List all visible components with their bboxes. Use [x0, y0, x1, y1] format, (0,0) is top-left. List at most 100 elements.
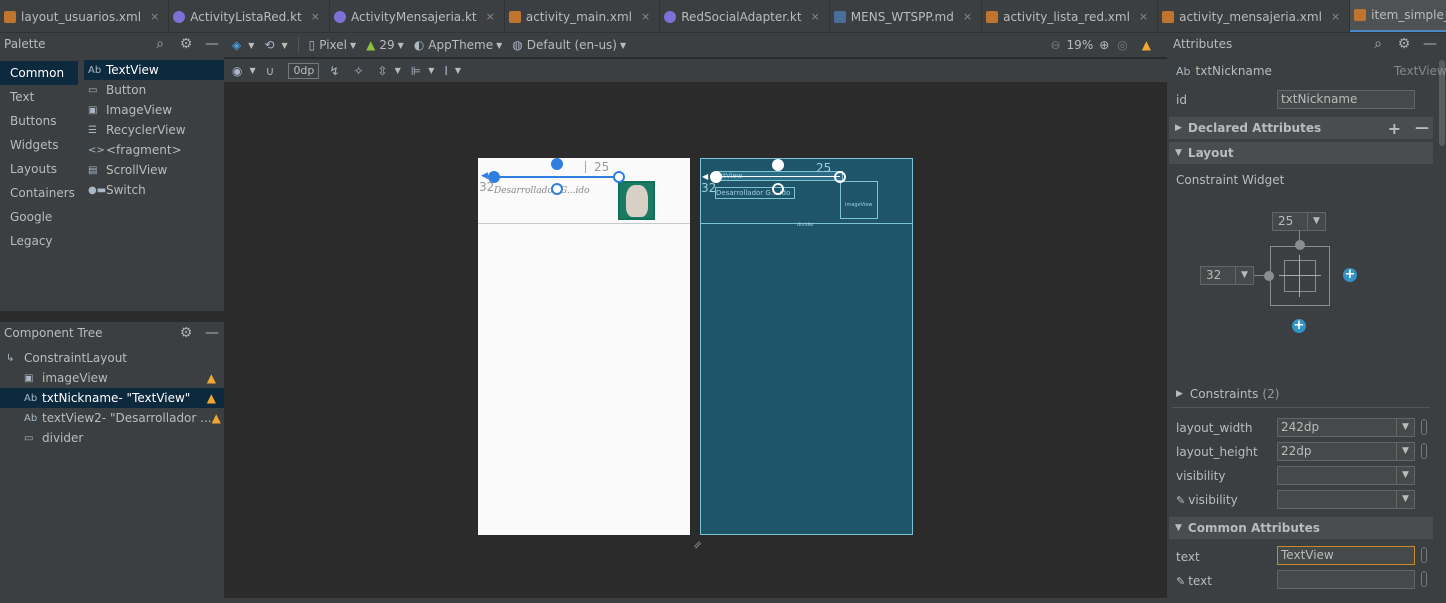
close-icon[interactable]: ×	[1139, 10, 1148, 23]
editor-tab[interactable]: ActivityListaRed.kt ×	[169, 0, 330, 32]
image-view-outline[interactable]: ImageView	[840, 181, 878, 219]
start-constraint-handle[interactable]	[1264, 271, 1274, 281]
resize-corner-icon[interactable]: ═	[690, 537, 705, 552]
top-constraint-handle[interactable]	[1295, 240, 1305, 250]
close-icon[interactable]: ×	[150, 10, 159, 23]
warning-icon[interactable]: ▲	[212, 411, 221, 425]
resize-handle-right[interactable]	[613, 171, 625, 183]
palette-category[interactable]: Containers	[0, 181, 78, 205]
zoom-out-icon[interactable]: ⊖	[1050, 38, 1060, 52]
gear-icon[interactable]: ⚙	[178, 36, 194, 52]
blueprint-preview[interactable]: divider ImageView xtView Desarrollador G…	[700, 158, 913, 535]
palette-category[interactable]: Layouts	[0, 157, 78, 181]
declared-attributes-section[interactable]: ▶ Declared Attributes + —	[1169, 117, 1433, 139]
add-bottom-constraint-icon[interactable]: +	[1292, 319, 1306, 333]
add-end-constraint-icon[interactable]: +	[1343, 268, 1357, 282]
device-dropdown[interactable]: ▯ Pixel ▼	[309, 38, 357, 52]
resize-handle-right[interactable]	[834, 171, 846, 183]
tree-node[interactable]: Ab textView2- "Desarrollador ... ▲	[0, 408, 224, 428]
align-button[interactable]: ⊫ ▼	[411, 64, 435, 78]
orientation-button[interactable]: ⟲ ▼	[264, 38, 287, 52]
search-icon[interactable]: ⌕	[152, 36, 168, 52]
palette-category[interactable]: Legacy	[0, 229, 78, 253]
locale-dropdown[interactable]: ◍ Default (en-us) ▼	[512, 38, 626, 52]
close-icon[interactable]: ×	[963, 10, 972, 23]
divider-view[interactable]	[478, 223, 690, 224]
close-icon[interactable]: ×	[811, 10, 820, 23]
resize-handle-bottom[interactable]	[772, 183, 784, 195]
image-view-preview[interactable]	[618, 181, 655, 220]
common-attributes-section[interactable]: ▼ Common Attributes	[1169, 517, 1433, 539]
layout-width-dropdown[interactable]: 242dp ▼	[1277, 418, 1415, 437]
warning-icon[interactable]: ▲	[1142, 38, 1151, 52]
search-icon[interactable]: ⌕	[1370, 36, 1386, 52]
layout-section[interactable]: ▼ Layout	[1169, 142, 1433, 164]
tree-node[interactable]: ▣ imageView ▲	[0, 368, 224, 388]
guidelines-button[interactable]: Ι ▼	[444, 64, 461, 78]
editor-tab[interactable]: activity_main.xml ×	[505, 0, 661, 32]
minimize-icon[interactable]: —	[1422, 36, 1438, 52]
text-resource-toggle[interactable]	[1421, 547, 1427, 563]
gear-icon[interactable]: ⚙	[178, 325, 194, 341]
view-options-button[interactable]: ◉ ▼	[232, 64, 256, 78]
palette-widget-item[interactable]: ▤ ScrollView	[84, 160, 224, 180]
resize-handle-top[interactable]	[772, 159, 784, 171]
palette-category[interactable]: Widgets	[0, 133, 78, 157]
editor-tab[interactable]: activity_lista_red.xml ×	[982, 0, 1159, 32]
palette-widget-item[interactable]: ☰ RecyclerView	[84, 120, 224, 140]
subtitle-text-preview[interactable]: Desarrollador G...ido	[494, 186, 590, 196]
editor-tab[interactable]: activity_mensajeria.xml ×	[1158, 0, 1351, 32]
close-icon[interactable]: ×	[486, 10, 495, 23]
close-icon[interactable]: ×	[311, 10, 320, 23]
height-indicator[interactable]	[1299, 255, 1300, 297]
visibility-dropdown[interactable]: ▼	[1277, 466, 1415, 485]
palette-widget-item[interactable]: ▭ Button	[84, 80, 224, 100]
resize-handle-bottom[interactable]	[551, 183, 563, 195]
editor-tab[interactable]: RedSocialAdapter.kt ×	[660, 0, 830, 32]
warning-icon[interactable]: ▲	[207, 391, 216, 405]
close-icon[interactable]: ×	[641, 10, 650, 23]
remove-attribute-icon[interactable]: —	[1415, 120, 1429, 136]
tools-visibility-dropdown[interactable]: ▼	[1277, 490, 1415, 509]
layout-width-toggle[interactable]	[1421, 419, 1427, 435]
autoconnect-button[interactable]: ∪	[266, 64, 279, 78]
tree-node-root[interactable]: ↳ ConstraintLayout	[0, 348, 224, 368]
layout-height-dropdown[interactable]: 22dp ▼	[1277, 442, 1415, 461]
pack-button[interactable]: ⇳ ▼	[378, 64, 401, 78]
width-indicator[interactable]	[1279, 275, 1321, 276]
palette-category[interactable]: Google	[0, 205, 78, 229]
editor-tab[interactable]: item_simple_redsocial.xml×	[1350, 0, 1446, 32]
palette-widget-item[interactable]: Ab TextView	[84, 60, 224, 80]
api-level-dropdown[interactable]: ▲ 29 ▼	[366, 38, 404, 52]
zoom-in-icon[interactable]: ⊕	[1099, 38, 1109, 52]
margin-top-dropdown[interactable]: 25 ▼	[1272, 212, 1326, 231]
add-attribute-icon[interactable]: +	[1388, 119, 1401, 138]
tools-text-toggle[interactable]	[1421, 571, 1427, 587]
palette-category[interactable]: Buttons	[0, 109, 78, 133]
clear-constraints-button[interactable]: ↯	[329, 64, 343, 78]
design-preview[interactable]: Desarrollador G...ido ◀ 25 32	[478, 158, 690, 535]
zoom-fit-icon[interactable]: ◎	[1117, 38, 1127, 52]
editor-tab[interactable]: MENS_WTSPP.md ×	[830, 0, 983, 32]
design-mode-button[interactable]: ◈ ▼	[232, 38, 254, 52]
editor-tab[interactable]: layout_usuarios.xml ×	[0, 0, 170, 32]
infer-constraints-button[interactable]: ✧	[353, 64, 367, 78]
close-icon[interactable]: ×	[1331, 10, 1340, 23]
gear-icon[interactable]: ⚙	[1396, 36, 1412, 52]
palette-widget-item[interactable]: ▣ ImageView	[84, 100, 224, 120]
palette-category[interactable]: Text	[0, 85, 78, 109]
tree-node[interactable]: Ab txtNickname- "TextView" ▲	[0, 388, 224, 408]
minimize-icon[interactable]: —	[204, 36, 220, 52]
palette-widget-item[interactable]: <> <fragment>	[84, 140, 224, 160]
editor-tab[interactable]: ActivityMensajeria.kt ×	[330, 0, 505, 32]
tools-text-field[interactable]	[1277, 570, 1415, 589]
palette-widget-item[interactable]: ●▬ Switch	[84, 180, 224, 200]
palette-category[interactable]: Common	[0, 61, 78, 85]
text-field[interactable]: TextView	[1277, 546, 1415, 565]
theme-dropdown[interactable]: ◐ AppTheme ▼	[414, 38, 502, 52]
constraints-row[interactable]: ▶ Constraints (2)	[1176, 384, 1279, 404]
margin-start-dropdown[interactable]: 32 ▼	[1200, 266, 1254, 285]
id-field[interactable]: txtNickname	[1277, 90, 1415, 109]
warning-icon[interactable]: ▲	[207, 371, 216, 385]
default-margin-button[interactable]: 0dp	[288, 62, 320, 79]
